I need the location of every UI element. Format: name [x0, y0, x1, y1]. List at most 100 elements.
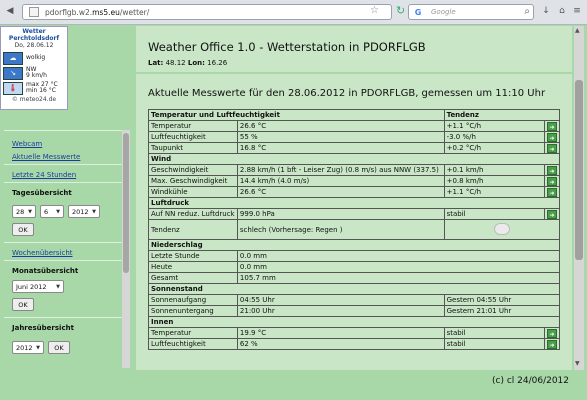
table-row: Letzte Stunde 0.0 mm: [148, 250, 561, 262]
address-bar[interactable]: pdorflgb.w2.ms5.eu/wetter/: [22, 4, 392, 20]
row-value: 26.6 °C: [236, 186, 445, 198]
trend-arrow-icon: ➜: [546, 328, 557, 338]
table-row: Gesamt 105.7 mm: [148, 272, 561, 284]
table-row: Sonnenuntergang 21:00 Uhr Gestern 21:01 …: [148, 305, 561, 317]
content-panel: Aktuelle Messwerte für den 28.06.2012 in…: [136, 74, 572, 374]
row-label: Letzte Stunde: [148, 250, 238, 262]
scroll-down-icon[interactable]: ▼: [575, 360, 580, 367]
divider: [4, 317, 124, 318]
sidebar: Webcam Aktuelle Messwerte Letzte 24 Stun…: [4, 130, 124, 370]
table-row: Temperatur 26.6 °C +1.1 °C/h ➜: [148, 120, 561, 132]
trend-arrow-icon: ➜: [546, 339, 557, 349]
chevron-down-icon: ▼: [56, 284, 60, 290]
trend-arrow-icon: ➜: [546, 176, 557, 186]
copyright: (c) cl 24/06/2012: [492, 376, 570, 386]
menu-icon[interactable]: ≡: [571, 6, 583, 18]
widget-date: Do, 28.06.12: [14, 42, 54, 49]
scroll-up-icon[interactable]: ▲: [575, 27, 580, 34]
row-label: Temperatur: [148, 120, 238, 132]
main-area: Weather Office 1.0 - Wetterstation in PD…: [136, 26, 572, 374]
monthly-heading: Monatsübersicht: [12, 267, 79, 275]
coordinates: Lat: 48.12 Lon: 16.26: [148, 59, 228, 67]
row-value: 55 %: [236, 131, 445, 143]
row-value: 04:55 Uhr: [236, 294, 445, 306]
yearly-select[interactable]: 2012 ▼: [12, 341, 44, 354]
trend-arrow-icon: ➜: [546, 187, 557, 197]
sidebar-link-webcam[interactable]: Webcam: [12, 140, 42, 148]
row-trend: +0.2 °C/h: [443, 142, 545, 154]
month-select[interactable]: 6 ▼: [40, 205, 64, 218]
main-scroll-thumb[interactable]: [575, 80, 583, 260]
row-trend: -3.0 %/h: [443, 131, 545, 143]
favicon-icon: [29, 7, 39, 17]
table-row: Tendenz schlech (Vorhersage: Regen ): [148, 219, 561, 240]
reload-icon[interactable]: ↻: [396, 4, 405, 17]
year-select[interactable]: 2012 ▼: [68, 205, 100, 218]
chevron-down-icon: ▼: [56, 209, 60, 215]
table-row: Sonnenstand: [148, 283, 560, 295]
daily-ok-button[interactable]: OK: [12, 223, 34, 236]
trend-arrow-icon: ➜: [546, 121, 557, 131]
sidebar-link-weekly[interactable]: Wochenübersicht: [12, 249, 73, 257]
section-heading: Sonnenstand: [148, 283, 560, 295]
sidebar-link-current[interactable]: Aktuelle Messwerte: [12, 153, 80, 161]
row-label: Heute: [148, 261, 238, 273]
chevron-down-icon: ▼: [28, 209, 32, 215]
row-value: 62 %: [236, 338, 445, 350]
day-select[interactable]: 28 ▼: [12, 205, 36, 218]
weather-widget[interactable]: Wetter Perchtoldsdorf Do, 28.06.12 ☁ wol…: [0, 26, 68, 110]
sidebar-scroll-thumb[interactable]: [123, 133, 129, 273]
section-heading: Wind: [148, 153, 560, 165]
trend-arrow-icon: ➜: [546, 143, 557, 153]
download-icon[interactable]: ↓: [540, 6, 552, 18]
row-value: 0.0 mm: [236, 250, 561, 262]
sidebar-link-last24[interactable]: Letzte 24 Stunden: [12, 171, 76, 179]
row-label: Taupunkt: [148, 142, 238, 154]
row-trend: stabil: [443, 208, 545, 220]
row-label: Luftfeuchtigkeit: [148, 338, 238, 350]
divider: [4, 182, 124, 183]
search-icon[interactable]: ⌕: [524, 6, 530, 17]
section-heading: Luftdruck: [148, 197, 560, 209]
divider: [4, 164, 124, 165]
measurements-title: Aktuelle Messwerte für den 28.06.2012 in…: [148, 88, 546, 99]
row-value: schlech (Vorhersage: Regen ): [236, 219, 445, 240]
table-row: Taupunkt 16.8 °C +0.2 °C/h ➜: [148, 142, 561, 154]
row-label: Gesamt: [148, 272, 238, 284]
row-yesterday: Gestern 04:55 Uhr: [443, 294, 561, 306]
row-trend: +1.1 °C/h: [443, 120, 545, 132]
section-heading: Temperatur und Luftfeuchtigkeit: [148, 109, 445, 121]
table-row: Luftfeuchtigkeit 62 % stabil ➜: [148, 338, 561, 350]
table-row: Luftfeuchtigkeit 55 % -3.0 %/h ➜: [148, 131, 561, 143]
row-label: Geschwindigkeit: [148, 164, 238, 176]
google-icon: G: [414, 7, 422, 17]
table-row: Auf NN reduz. Luftdruck 999.0 hPa stabil…: [148, 208, 561, 220]
trend-arrow-icon: ➜: [546, 132, 557, 142]
wind-direction-icon: ↘: [3, 66, 23, 80]
search-placeholder: Google: [431, 8, 456, 16]
section-heading: Innen: [148, 316, 560, 328]
row-label: Temperatur: [148, 327, 238, 339]
page-title: Weather Office 1.0 - Wetterstation in PD…: [148, 40, 426, 54]
trend-arrow-icon: ➜: [546, 209, 557, 219]
yearly-ok-button[interactable]: OK: [48, 341, 70, 354]
back-icon[interactable]: ◀: [4, 6, 16, 18]
monthly-ok-button[interactable]: OK: [12, 298, 34, 311]
divider: [4, 130, 124, 131]
row-value: 2.88 km/h (1 bft - Leiser Zug) (0.8 m/s)…: [236, 164, 445, 176]
row-label: Sonnenaufgang: [148, 294, 238, 306]
row-trend: stabil: [443, 327, 545, 339]
bookmark-star-icon[interactable]: ☆: [370, 5, 379, 16]
search-input[interactable]: G Google ⌕: [408, 4, 534, 20]
month-year-select[interactable]: Juni 2012 ▼: [12, 280, 64, 293]
table-row: Sonnenaufgang 04:55 Uhr Gestern 04:55 Uh…: [148, 294, 561, 306]
widget-title: Wetter Perchtoldsdorf: [8, 28, 60, 42]
yearly-heading: Jahresübersicht: [12, 324, 74, 332]
row-trend: +1.1 °C/h: [443, 186, 545, 198]
home-icon[interactable]: ⌂: [556, 6, 568, 18]
row-trend: +0.1 km/h: [443, 164, 545, 176]
row-yesterday: Gestern 21:01 Uhr: [443, 305, 561, 317]
widget-temperature: max 27 °C min 16 °C: [26, 81, 58, 94]
thermometer-icon: 🌡: [3, 81, 23, 95]
row-value: 999.0 hPa: [236, 208, 445, 220]
